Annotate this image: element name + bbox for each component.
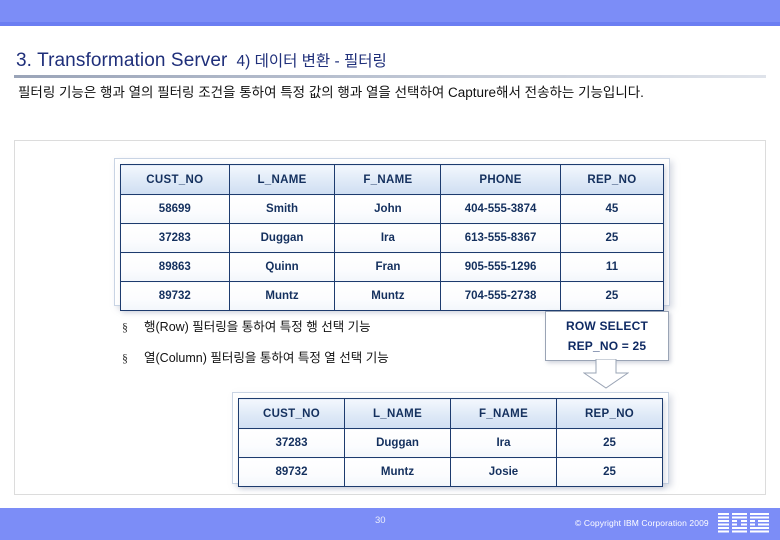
bullet-list: § 행(Row) 필터링을 통하여 특정 행 선택 기능 § 열(Column)…: [122, 318, 542, 380]
description-text: 필터링 기능은 행과 열의 필터링 조건을 통하여 특정 값의 행과 열을 선택…: [18, 85, 644, 100]
table-cell: John: [334, 194, 442, 224]
table-cell: Josie: [450, 457, 557, 487]
table-cell: 45: [559, 194, 665, 224]
bullet-marker-icon: §: [122, 351, 128, 365]
callout-title: ROW SELECT: [566, 319, 648, 333]
copyright-notice: © Copyright IBM Corporation 2009: [575, 518, 709, 528]
table-cell: Duggan: [344, 428, 451, 458]
list-item: § 열(Column) 필터링을 통하여 특정 열 선택 기능: [122, 349, 542, 367]
page-title-sub: 4) 데이터 변환 - 필터링: [236, 53, 387, 70]
column-header: CUST_NO: [238, 398, 345, 429]
source-table-frame: CUST_NO L_NAME F_NAME PHONE REP_NO 58699…: [114, 158, 670, 311]
table-row: 89863 Quinn Fran 905-555-1296 11: [120, 252, 665, 282]
list-item-label: 행(Row) 필터링을 통하여 특정 행 선택 기능: [144, 320, 371, 334]
row-select-callout: ROW SELECT REP_NO = 25: [545, 311, 669, 361]
list-item-label: 열(Column) 필터링을 통하여 특정 열 선택 기능: [144, 351, 389, 365]
table-header-row: CUST_NO L_NAME F_NAME REP_NO: [238, 398, 663, 429]
page-number: 30: [375, 515, 386, 526]
title-divider: [14, 75, 766, 78]
table-cell: 89863: [120, 252, 230, 282]
down-arrow-icon: [583, 359, 629, 389]
bullet-marker-icon: §: [122, 320, 128, 334]
table-cell: 613-555-8367: [440, 223, 561, 253]
column-header: L_NAME: [228, 164, 336, 195]
table-cell: 704-555-2738: [440, 281, 561, 311]
column-header: REP_NO: [556, 398, 663, 429]
table-cell: 25: [559, 281, 665, 311]
callout-condition: REP_NO = 25: [567, 339, 647, 353]
table-cell: 25: [559, 223, 665, 253]
column-header: REP_NO: [559, 164, 665, 195]
column-header: F_NAME: [334, 164, 442, 195]
table-cell: Muntz: [344, 457, 451, 487]
table-cell: 404-555-3874: [440, 194, 561, 224]
table-row: 89732 Muntz Josie 25: [238, 457, 663, 487]
table-cell: 25: [556, 428, 663, 458]
table-row: 58699 Smith John 404-555-3874 45: [120, 194, 665, 224]
column-header: PHONE: [440, 164, 561, 195]
slide-canvas: 3. Transformation Server 4) 데이터 변환 - 필터링…: [0, 0, 780, 540]
table-row: 89732 Muntz Muntz 704-555-2738 25: [120, 281, 665, 311]
result-table-frame: CUST_NO L_NAME F_NAME REP_NO 37283 Dugga…: [232, 392, 669, 487]
table-cell: Muntz: [334, 281, 442, 311]
table-cell: 11: [559, 252, 665, 282]
top-accent-bar: [0, 0, 780, 22]
table-cell: 905-555-1296: [440, 252, 561, 282]
table-header-row: CUST_NO L_NAME F_NAME PHONE REP_NO: [120, 164, 665, 195]
table-row: 37283 Duggan Ira 613-555-8367 25: [120, 223, 665, 253]
source-table: CUST_NO L_NAME F_NAME PHONE REP_NO 58699…: [120, 164, 665, 311]
column-header: L_NAME: [344, 398, 451, 429]
ibm-logo-icon: [718, 513, 769, 533]
top-accent-underline: [0, 22, 780, 26]
table-cell: Fran: [334, 252, 442, 282]
list-item: § 행(Row) 필터링을 통하여 특정 행 선택 기능: [122, 318, 542, 336]
page-title: 3. Transformation Server 4) 데이터 변환 - 필터링: [16, 42, 764, 72]
table-cell: Duggan: [228, 223, 336, 253]
table-cell: Smith: [228, 194, 336, 224]
result-table: CUST_NO L_NAME F_NAME REP_NO 37283 Dugga…: [238, 398, 663, 487]
table-cell: 37283: [238, 428, 345, 458]
table-cell: 89732: [120, 281, 230, 311]
table-cell: Muntz: [228, 281, 336, 311]
table-cell: Ira: [334, 223, 442, 253]
table-cell: 25: [556, 457, 663, 487]
table-cell: 89732: [238, 457, 345, 487]
table-cell: 58699: [120, 194, 230, 224]
table-cell: 37283: [120, 223, 230, 253]
page-title-main: 3. Transformation Server: [16, 50, 228, 71]
table-row: 37283 Duggan Ira 25: [238, 428, 663, 458]
table-cell: Quinn: [228, 252, 336, 282]
table-cell: Ira: [450, 428, 557, 458]
column-header: F_NAME: [450, 398, 557, 429]
column-header: CUST_NO: [120, 164, 230, 195]
